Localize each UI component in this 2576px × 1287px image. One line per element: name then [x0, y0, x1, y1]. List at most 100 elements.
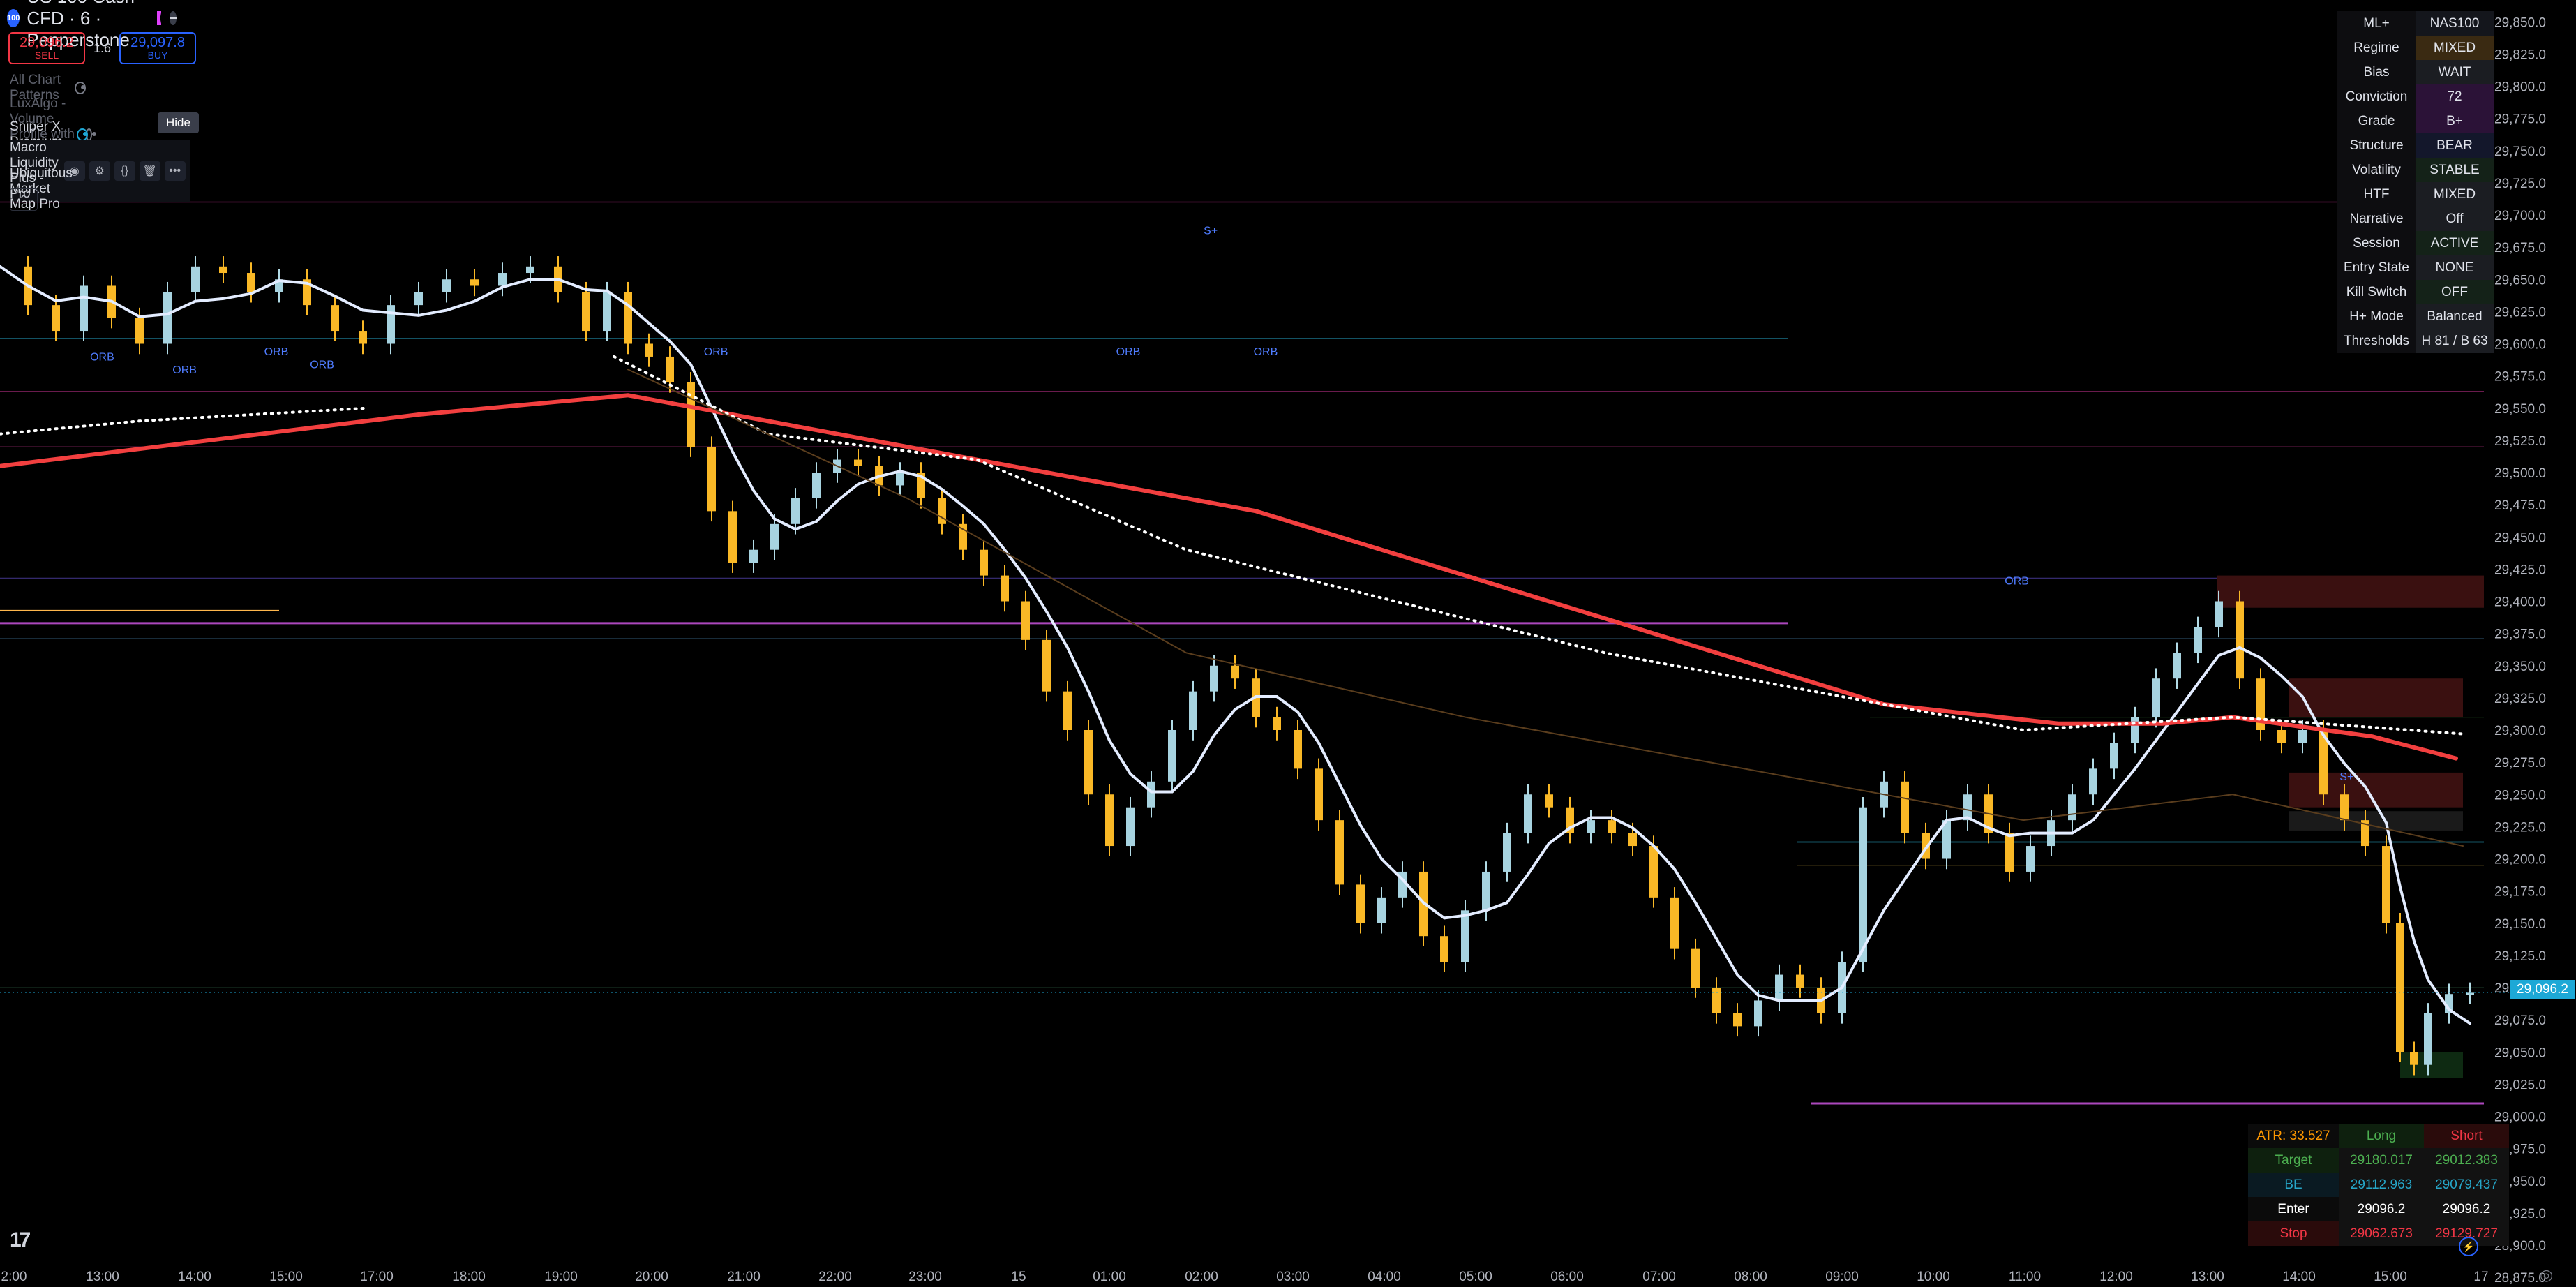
ml-row-bias: Bias WAIT [2337, 60, 2494, 84]
price-axis-label: 29,600.0 [2494, 338, 2546, 352]
ml-value: OFF [2416, 280, 2494, 304]
time-axis-label: 12:00 [2099, 1270, 2133, 1284]
ml-value: MIXED [2416, 182, 2494, 207]
candle-body [2131, 717, 2139, 743]
delete-icon[interactable]: 🗑 [139, 161, 160, 181]
eye-icon[interactable] [76, 128, 89, 141]
ml-key: Regime [2337, 36, 2416, 60]
candle-body [1168, 730, 1176, 782]
ml-row-h-mode: H+ Mode Balanced [2337, 304, 2494, 329]
candle-body [791, 498, 800, 524]
time-axis-label: 13:00 [86, 1270, 119, 1284]
buy-button[interactable]: 29,097.8 BUY [119, 32, 197, 64]
candle-body [2466, 992, 2474, 995]
candle-body [1377, 897, 1386, 923]
time-axis-label: 23:00 [908, 1270, 942, 1284]
signal-marker-label: S+ [2339, 771, 2353, 783]
candle-body [1461, 910, 1469, 962]
candle-body [2194, 627, 2202, 653]
candle-body [387, 305, 395, 344]
candle-body [603, 292, 611, 332]
ml-key: Structure [2337, 133, 2416, 158]
price-axis-label: 29,225.0 [2494, 820, 2546, 835]
candle-body [1147, 781, 1155, 808]
ml-value: Off [2416, 207, 2494, 231]
candle-body [812, 473, 821, 498]
ml-row-ml-: ML+ NAS100 [2337, 11, 2494, 36]
be-short: 29079.437 [2424, 1173, 2509, 1197]
zone-box [2289, 811, 2463, 831]
more-icon[interactable] [170, 11, 177, 25]
ml-value: NONE [2416, 255, 2494, 280]
time-axis-label: 02:00 [1185, 1270, 1218, 1284]
price-axis-label: 29,175.0 [2494, 885, 2546, 900]
settings-icon[interactable]: ⚙ [89, 161, 110, 181]
source-code-icon[interactable]: {} [114, 161, 135, 181]
more-icon[interactable]: ••• [164, 161, 186, 181]
be-row: BE 29112.963 29079.437 [2248, 1173, 2509, 1197]
candle-body [1440, 936, 1448, 962]
ml-key: Thresholds [2337, 329, 2416, 353]
candle-body [2410, 1052, 2418, 1065]
settings-icon[interactable]: ◎ [2540, 1266, 2553, 1284]
price-axis-label: 29,500.0 [2494, 466, 2546, 481]
ml-key: Kill Switch [2337, 280, 2416, 304]
time-axis-label: 14:00 [178, 1270, 211, 1284]
stop-long: 29062.673 [2339, 1221, 2424, 1246]
candle-body [219, 266, 227, 274]
symbol-logo: 100 [7, 9, 20, 27]
candle-body [624, 292, 632, 344]
price-axis-label: 29,125.0 [2494, 949, 2546, 964]
candle-body [1210, 665, 1218, 692]
sell-label: SELL [34, 50, 59, 61]
candle-body [1733, 1013, 1742, 1027]
candle-body [707, 447, 716, 512]
price-axis-label: 29,825.0 [2494, 47, 2546, 62]
collapse-legend-button[interactable]: ⌃ [10, 188, 38, 211]
ml-value: WAIT [2416, 60, 2494, 84]
ml-value: H 81 / B 63 [2416, 329, 2494, 353]
candle-body [2110, 743, 2118, 769]
candle-body [1084, 730, 1093, 795]
candle-body [2340, 794, 2349, 821]
candle-body [1294, 730, 1302, 769]
price-axis-label: 29,675.0 [2494, 241, 2546, 255]
time-axis-label: 22:00 [818, 1270, 852, 1284]
time-axis-label: 18:00 [452, 1270, 486, 1284]
candle-body [135, 318, 144, 344]
ml-value: 72 [2416, 84, 2494, 109]
ml-row-narrative: Narrative Off [2337, 207, 2494, 231]
ml-row-volatility: Volatility STABLE [2337, 158, 2494, 182]
target-long: 29180.017 [2339, 1148, 2424, 1173]
candle-body [938, 498, 946, 524]
price-axis-label: 29,450.0 [2494, 530, 2546, 545]
sell-button[interactable]: 29,096.2 SELL [8, 32, 85, 64]
candle-body [1001, 575, 1009, 602]
flag-icon[interactable] [156, 11, 162, 25]
target-row: Target 29180.017 29012.383 [2248, 1148, 2509, 1173]
price-axis-label: 29,075.0 [2494, 1013, 2546, 1028]
hide-tooltip: Hide [158, 112, 199, 133]
tradingview-logo[interactable]: 17 [10, 1228, 31, 1252]
candle-body [1335, 820, 1344, 885]
time-axis-label: 04:00 [1368, 1270, 1401, 1284]
time-axis-label: 14:00 [2282, 1270, 2316, 1284]
price-axis-label: 29,575.0 [2494, 370, 2546, 385]
candle-body [470, 279, 479, 286]
candle-body [1712, 988, 1721, 1013]
price-chart[interactable]: 29,850.0 29,825.0 29,800.0 29,775.0 29,750.0… [0, 0, 2576, 1287]
ml-row-regime: Regime MIXED [2337, 36, 2494, 60]
enter-row: Enter 29096.2 29096.2 [2248, 1197, 2509, 1221]
candle-body [2424, 1013, 2432, 1065]
eye-hidden-icon[interactable] [74, 82, 86, 94]
signal-marker-label: ORB [1254, 346, 1278, 358]
atr-table: ATR: 33.527 Long Short Target 29180.017 … [2248, 1124, 2509, 1246]
candle-body [1315, 768, 1323, 821]
signal-marker-label: ORB [2005, 576, 2029, 588]
candle-body [1691, 948, 1700, 988]
time-axis-label: 11:00 [2009, 1270, 2041, 1284]
time-axis-label: 15:00 [269, 1270, 303, 1284]
clock-icon[interactable]: ⚡ [2459, 1237, 2478, 1256]
price-axis-label: 29,550.0 [2494, 402, 2546, 417]
candle-body [1063, 691, 1072, 730]
